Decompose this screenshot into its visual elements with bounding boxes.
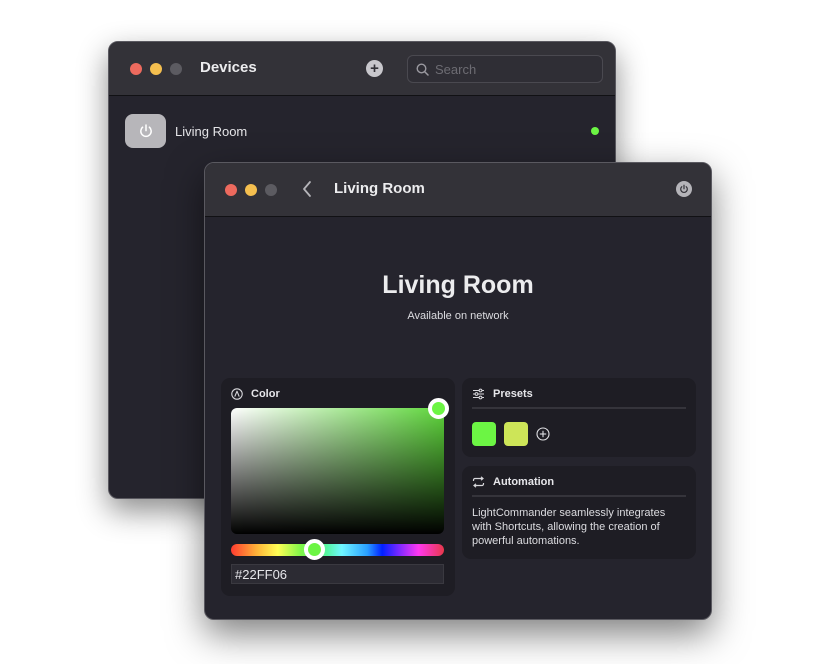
zoom-button[interactable] xyxy=(265,184,277,196)
saturation-brightness-picker[interactable] xyxy=(231,408,444,534)
device-title: Living Room xyxy=(382,271,534,299)
device-status-text: Available on network xyxy=(407,310,509,322)
color-panel-header: Color xyxy=(231,388,445,400)
status-indicator xyxy=(591,127,599,135)
minimize-button[interactable] xyxy=(245,184,257,196)
power-icon xyxy=(680,184,688,193)
window-title: Devices xyxy=(200,59,257,76)
window-title: Living Room xyxy=(334,180,425,197)
device-list-item[interactable]: Living Room xyxy=(125,114,599,148)
saturation-brightness-handle[interactable] xyxy=(428,398,449,419)
hex-color-input[interactable] xyxy=(231,564,444,584)
color-panel: Color xyxy=(221,378,455,596)
repeat-icon xyxy=(472,476,485,488)
close-button[interactable] xyxy=(225,184,237,196)
automation-description: LightCommander seamlessly integrates wit… xyxy=(472,507,666,547)
chevron-left-icon xyxy=(303,181,311,197)
plus-icon: + xyxy=(370,60,379,77)
window-controls xyxy=(130,63,182,75)
power-button[interactable] xyxy=(676,181,692,197)
hue-slider-handle[interactable] xyxy=(304,539,325,560)
divider xyxy=(472,495,686,497)
presets-panel-header: Presets xyxy=(472,388,686,400)
detail-titlebar: Living Room xyxy=(205,163,711,217)
close-button[interactable] xyxy=(130,63,142,75)
preset-swatch-1[interactable] xyxy=(472,422,496,446)
plus-circle-icon xyxy=(536,427,550,441)
color-panel-title: Color xyxy=(251,388,280,400)
search-field[interactable] xyxy=(407,55,603,83)
hue-slider[interactable] xyxy=(231,544,444,556)
sliders-icon xyxy=(473,388,484,400)
devices-titlebar: Devices + xyxy=(109,42,615,96)
add-device-button[interactable]: + xyxy=(366,60,383,77)
add-preset-button[interactable] xyxy=(536,427,550,441)
divider xyxy=(472,407,686,409)
preset-swatches xyxy=(472,422,686,446)
search-input[interactable] xyxy=(435,61,585,77)
back-button[interactable] xyxy=(301,180,313,203)
minimize-button[interactable] xyxy=(150,63,162,75)
device-name: Living Room xyxy=(175,123,248,139)
automation-panel-title: Automation xyxy=(493,476,555,488)
automation-panel-header: Automation xyxy=(472,476,686,488)
zoom-button[interactable] xyxy=(170,63,182,75)
color-picker-icon xyxy=(231,388,243,400)
presets-panel: Presets xyxy=(462,378,696,457)
device-detail-window: Living Room Living Room Available on net… xyxy=(204,162,712,620)
preset-swatch-2[interactable] xyxy=(504,422,528,446)
search-icon xyxy=(416,62,429,76)
window-controls xyxy=(225,184,277,196)
automation-panel: Automation LightCommander seamlessly int… xyxy=(462,466,696,559)
presets-panel-title: Presets xyxy=(493,388,533,400)
power-icon xyxy=(139,124,152,138)
device-power-tile[interactable] xyxy=(125,114,166,148)
